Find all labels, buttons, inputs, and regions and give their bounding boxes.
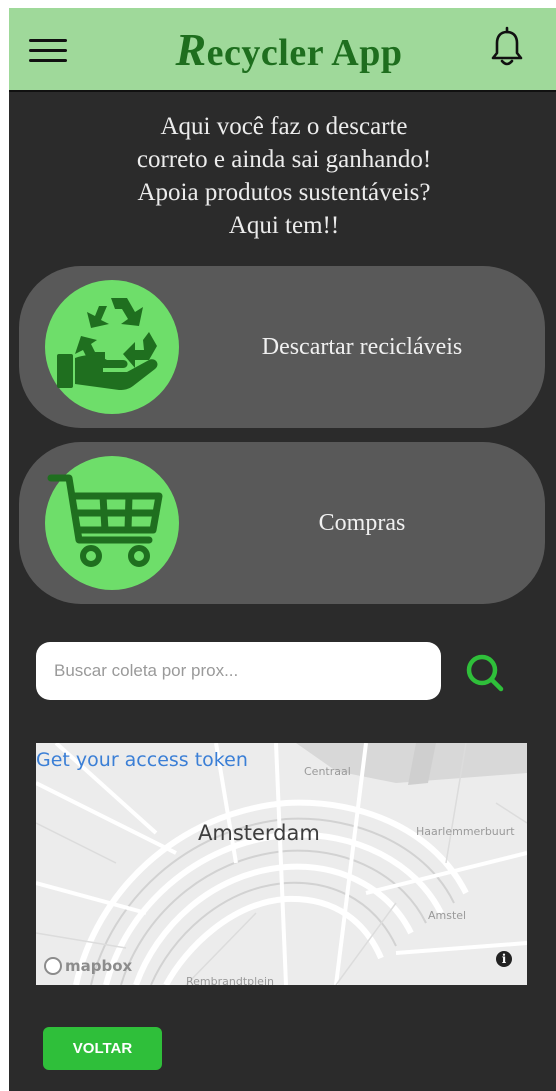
mapbox-logo-text: mapbox [65,957,133,975]
bell-icon[interactable] [489,26,525,70]
app-title-rest: ecycler App [206,32,403,74]
search-icon[interactable] [461,650,507,696]
access-token-link[interactable]: Get your access token [36,749,248,771]
app-screen: Recycler App Aqui você faz o descarte co… [9,8,556,1091]
shopping-cart-icon [45,456,179,590]
map-label: Centraal [304,765,351,778]
intro-text: Aqui você faz o descarte correto e ainda… [49,110,519,242]
info-icon[interactable]: i [496,951,512,967]
app-title: Recycler App [129,20,449,80]
search-input[interactable] [36,642,441,700]
mapbox-logo[interactable]: mapbox [44,955,132,977]
intro-line: Aqui você faz o descarte [160,113,408,140]
map-label: Haarlemmerbuurt [416,825,515,838]
shopping-card[interactable]: Compras [19,442,545,604]
mapbox-logo-icon [44,957,62,975]
back-button[interactable]: VOLTAR [43,1027,162,1070]
map-streets [36,743,527,985]
map-view[interactable]: Centraal Haarlemmerbuurt Rembrandtplein … [36,743,527,985]
map-city-label: Amsterdam [198,821,320,845]
recycle-hand-icon [45,280,179,414]
app-header: Recycler App [9,8,556,92]
discard-recyclables-card[interactable]: Descartar recicláveis [19,266,545,428]
discard-recyclables-label: Descartar recicláveis [261,334,463,360]
intro-line: correto e ainda sai ganhando! [136,146,432,173]
shopping-label: Compras [318,510,406,536]
map-label: Rembrandtplein [186,975,274,985]
app-title-initial: R [175,24,207,75]
map-label: Amstel [428,909,467,922]
intro-line: Apoia produtos sustentáveis? [137,179,431,206]
hamburger-menu-icon[interactable] [29,34,71,66]
intro-line: Aqui tem!! [228,212,340,239]
